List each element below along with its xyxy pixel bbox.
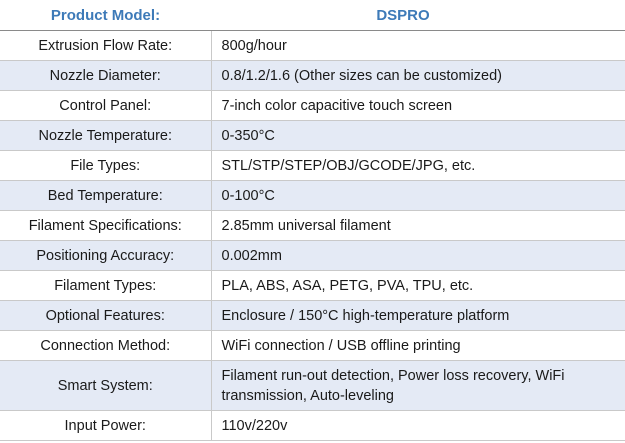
spec-row-filament-types: Filament Types: PLA, ABS, ASA, PETG, PVA… — [0, 270, 625, 301]
spec-label: Connection Method: — [0, 330, 212, 361]
spec-value: 0-350°C — [211, 120, 625, 151]
spec-row-connection-method: Connection Method: WiFi connection / USB… — [0, 330, 625, 361]
spec-row-input-power: Input Power: 110v/220v — [0, 410, 625, 441]
spec-value: Filament run-out detection, Power loss r… — [211, 360, 625, 411]
spec-label: Control Panel: — [0, 90, 212, 121]
header-label: Product Model: — [0, 0, 211, 31]
spec-row-smart-system: Smart System: Filament run-out detection… — [0, 360, 625, 411]
spec-row-filament-specifications: Filament Specifications: 2.85mm universa… — [0, 210, 625, 241]
spec-value: 7-inch color capacitive touch screen — [211, 90, 625, 121]
spec-row-bed-temperature: Bed Temperature: 0-100°C — [0, 180, 625, 211]
spec-value: 0-100°C — [211, 180, 625, 211]
spec-row-optional-features: Optional Features: Enclosure / 150°C hig… — [0, 300, 625, 331]
spec-value: Enclosure / 150°C high-temperature platf… — [211, 300, 625, 331]
spec-row-extrusion-flow-rate: Extrusion Flow Rate: 800g/hour — [0, 30, 625, 61]
spec-table: Product Model: DSPRO Extrusion Flow Rate… — [0, 0, 625, 441]
spec-label: File Types: — [0, 150, 212, 181]
header-row: Product Model: DSPRO — [0, 0, 625, 31]
spec-row-nozzle-diameter: Nozzle Diameter: 0.8/1.2/1.6 (Other size… — [0, 60, 625, 91]
spec-row-nozzle-temperature: Nozzle Temperature: 0-350°C — [0, 120, 625, 151]
spec-label: Extrusion Flow Rate: — [0, 30, 212, 61]
spec-value: 110v/220v — [211, 410, 625, 441]
spec-label: Smart System: — [0, 360, 212, 411]
spec-label: Optional Features: — [0, 300, 212, 331]
spec-value: PLA, ABS, ASA, PETG, PVA, TPU, etc. — [211, 270, 625, 301]
spec-value: 800g/hour — [211, 30, 625, 61]
spec-value: 2.85mm universal filament — [211, 210, 625, 241]
header-value: DSPRO — [211, 0, 625, 31]
spec-row-file-types: File Types: STL/STP/STEP/OBJ/GCODE/JPG, … — [0, 150, 625, 181]
spec-value: 0.002mm — [211, 240, 625, 271]
spec-value: STL/STP/STEP/OBJ/GCODE/JPG, etc. — [211, 150, 625, 181]
spec-row-control-panel: Control Panel: 7-inch color capacitive t… — [0, 90, 625, 121]
spec-row-positioning-accuracy: Positioning Accuracy: 0.002mm — [0, 240, 625, 271]
spec-label: Filament Specifications: — [0, 210, 212, 241]
spec-value: WiFi connection / USB offline printing — [211, 330, 625, 361]
spec-label: Input Power: — [0, 410, 212, 441]
spec-value: 0.8/1.2/1.6 (Other sizes can be customiz… — [211, 60, 625, 91]
spec-label: Nozzle Diameter: — [0, 60, 212, 91]
spec-label: Nozzle Temperature: — [0, 120, 212, 151]
spec-label: Bed Temperature: — [0, 180, 212, 211]
spec-label: Positioning Accuracy: — [0, 240, 212, 271]
spec-label: Filament Types: — [0, 270, 212, 301]
